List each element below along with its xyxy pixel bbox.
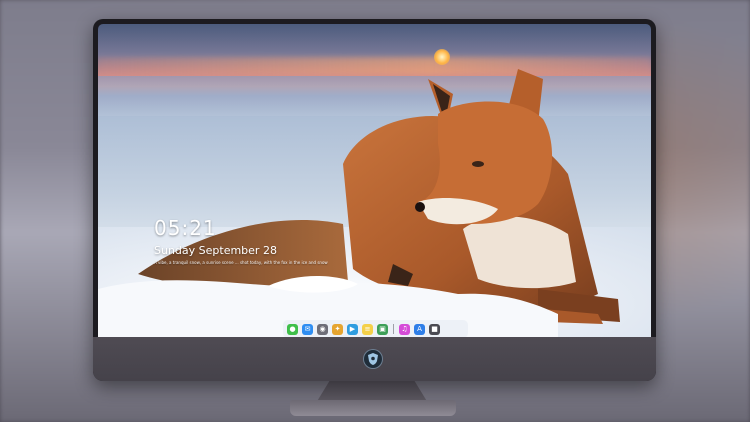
mail-icon[interactable]: ✉ [302,323,313,335]
photos-icon[interactable]: ✦ [332,323,343,335]
fox-wallpaper [98,69,620,337]
lock-time: 05:21 [154,216,217,240]
monitor-stand-base [290,400,456,416]
camera-icon[interactable]: ■ [429,323,440,335]
messages-icon[interactable]: ● [287,323,298,335]
system-icon[interactable]: ◉ [317,323,328,335]
dock: ● ✉ ◉ ✦ ▶ ≡ ▣ ♫ A ■ [283,320,468,337]
monitor-frame: 05:21 Sunday September 28 A vibe, a tran… [93,19,656,381]
media-icon[interactable]: ▶ [347,323,358,335]
notes-icon[interactable]: ≡ [362,323,373,335]
lock-screen: 05:21 Sunday September 28 A vibe, a tran… [98,24,651,337]
appstore-icon[interactable]: A [414,323,425,335]
monitor-chin [93,337,656,381]
music-icon[interactable]: ♫ [399,323,410,335]
shield-logo-icon [364,350,382,368]
dock-separator [393,324,394,334]
preview-icon[interactable]: ▣ [377,323,388,335]
lock-note: A vibe, a tranquil snow, a sunrise scene… [154,260,328,265]
lock-date: Sunday September 28 [154,244,277,257]
